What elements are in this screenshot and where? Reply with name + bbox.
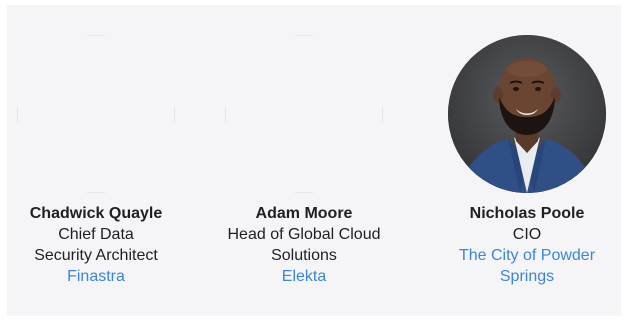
speaker-photo [448,35,606,193]
speaker-photo-placeholder [17,35,175,193]
speaker-title: CIO [512,226,542,243]
speaker-info: Nicholas Poole CIO The City of Powder Sp… [438,203,616,287]
speaker-name: Adam Moore [255,205,353,222]
speaker-title: Head of Global Cloud Solutions [227,226,381,264]
speaker-photo-placeholder [225,35,383,193]
speakers-panel: Chadwick Quayle Chief Data Security Arch… [7,5,621,316]
speaker-card-adam-moore: Adam Moore Head of Global Cloud Solution… [215,5,393,316]
speaker-card-chadwick-quayle: Chadwick Quayle Chief Data Security Arch… [7,5,185,316]
speaker-company-link[interactable]: The City of Powder Springs [438,245,616,287]
speaker-title: Chief Data Security Architect [34,226,158,264]
speaker-company-link[interactable]: Elekta [215,266,393,287]
speaker-name: Nicholas Poole [469,205,585,222]
headshot-portrait-icon [448,35,606,193]
speaker-info: Adam Moore Head of Global Cloud Solution… [215,203,393,287]
speaker-name: Chadwick Quayle [29,205,163,222]
speaker-card-nicholas-poole: Nicholas Poole CIO The City of Powder Sp… [438,5,616,316]
speaker-company-link[interactable]: Finastra [7,266,185,287]
speaker-info: Chadwick Quayle Chief Data Security Arch… [7,203,185,287]
